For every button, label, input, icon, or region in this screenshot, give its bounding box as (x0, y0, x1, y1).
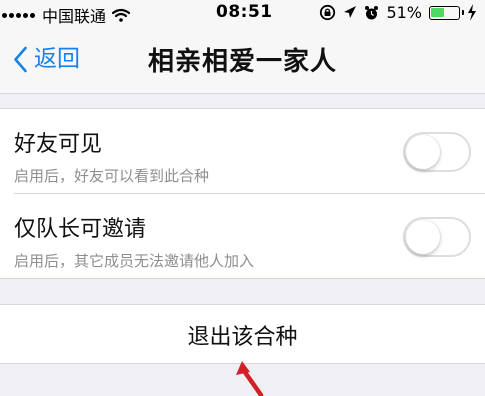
battery-icon (429, 5, 464, 20)
toggle-knob (406, 220, 440, 254)
setting-title: 好友可见 (14, 132, 103, 157)
captain-invite-only-toggle[interactable] (403, 217, 471, 257)
leave-group-button[interactable]: 退出该合种 (0, 319, 485, 351)
battery-percent: 51% (386, 3, 422, 22)
battery-level-fill (431, 7, 444, 17)
alarm-clock-icon (365, 5, 379, 19)
setting-title: 仅队长可邀请 (14, 217, 147, 242)
rotation-lock-icon (320, 4, 336, 21)
navigation-bar: 返回 相亲相爱一家人 (0, 28, 485, 94)
location-arrow-icon (344, 6, 357, 18)
setting-captain-invite-only: 仅队长可邀请 启用后，其它成员无法邀请他人加入 (0, 194, 485, 279)
status-icons: 51% (319, 3, 477, 22)
setting-description: 启用后，其它成员无法邀请他人加入 (14, 252, 255, 270)
leave-group-section: 退出该合种 (0, 304, 485, 364)
setting-friends-visible: 好友可见 启用后，好友可以看到此合种 (0, 109, 485, 194)
battery-cap (462, 9, 464, 15)
status-bar: 中国联通 08:51 51% (0, 0, 485, 28)
signal-strength-icon (2, 12, 35, 18)
setting-description: 启用后，好友可以看到此合种 (14, 167, 210, 185)
friends-visible-toggle[interactable] (403, 132, 471, 172)
carrier-group: 中国联通 (2, 3, 131, 27)
charging-bolt-icon (468, 4, 476, 21)
page-title: 相亲相爱一家人 (147, 47, 337, 77)
status-time: 08:51 (216, 2, 273, 22)
wifi-icon (112, 8, 131, 22)
carrier-label: 中国联通 (42, 7, 107, 26)
settings-section: 好友可见 启用后，好友可以看到此合种 仅队长可邀请 启用后，其它成员无法邀请他人… (0, 108, 485, 279)
toggle-knob (406, 135, 440, 169)
red-arrow-icon (236, 361, 264, 396)
